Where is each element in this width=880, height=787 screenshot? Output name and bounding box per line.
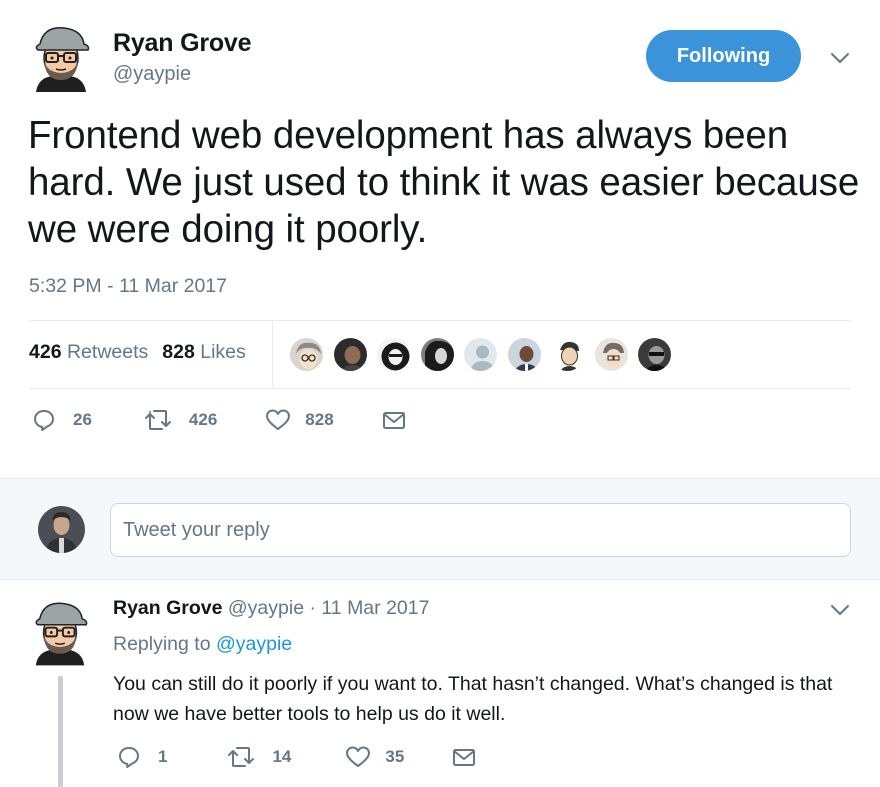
reply-icon: [119, 747, 139, 768]
tweet-stats: 426 Retweets 828 Likes: [29, 341, 246, 364]
liker-avatars: [288, 336, 680, 373]
following-button[interactable]: Following: [646, 30, 801, 82]
dm-action[interactable]: [382, 409, 406, 431]
retweets-count: 426: [29, 341, 62, 363]
liker-avatar[interactable]: [375, 336, 412, 373]
current-user-avatar[interactable]: [38, 506, 85, 553]
like-count: 828: [305, 410, 334, 429]
reply-action[interactable]: 1: [117, 745, 167, 769]
heart-icon: [266, 409, 291, 430]
retweet-action[interactable]: 14: [227, 745, 291, 769]
like-action[interactable]: 35: [345, 745, 404, 769]
author-avatar[interactable]: [30, 22, 92, 94]
reply-count: 26: [73, 410, 92, 429]
envelope-icon: [453, 749, 476, 766]
chevron-down-icon[interactable]: [829, 49, 851, 67]
liker-avatar[interactable]: [549, 336, 586, 373]
chevron-down-icon[interactable]: [829, 601, 851, 619]
replying-to: Replying to @yaypie: [113, 633, 292, 656]
tweet-text: Frontend web development has always been…: [28, 114, 860, 251]
likes-count: 828: [162, 341, 195, 363]
reply-icon: [34, 410, 54, 431]
likes-stat[interactable]: 828 Likes: [162, 341, 246, 364]
author-name[interactable]: Ryan Grove: [113, 29, 252, 58]
reply-author-name[interactable]: Ryan Grove: [113, 597, 222, 619]
divider: [29, 320, 851, 321]
liker-avatar[interactable]: [288, 336, 325, 373]
stats-divider: [272, 321, 273, 387]
reply-date[interactable]: 11 Mar 2017: [321, 597, 429, 619]
header-separator: ·: [309, 597, 316, 619]
retweets-stat[interactable]: 426 Retweets: [29, 341, 148, 364]
liker-avatar[interactable]: [592, 336, 630, 373]
retweet-count: 426: [188, 410, 218, 429]
replying-to-link[interactable]: @yaypie: [216, 633, 292, 655]
replying-prefix: Replying to: [113, 633, 211, 655]
likes-label: Likes: [200, 341, 246, 363]
like-count: 35: [385, 747, 405, 766]
reply-author-avatar[interactable]: [30, 595, 90, 670]
liker-avatar[interactable]: [505, 336, 543, 373]
liker-avatar[interactable]: [418, 336, 456, 373]
tweet-timestamp[interactable]: 5:32 PM - 11 Mar 2017: [29, 275, 227, 298]
author-handle[interactable]: @yaypie: [113, 63, 191, 86]
heart-icon: [346, 746, 371, 767]
like-action[interactable]: 828: [265, 408, 334, 432]
tweet-actions: 26 426 828: [32, 408, 406, 432]
reply-tweet-text: You can still do it poorly if you want t…: [113, 673, 833, 725]
reply-header: Ryan Grove @yaypie · 11 Mar 2017: [113, 597, 429, 620]
liker-avatar[interactable]: [636, 336, 673, 373]
envelope-icon: [382, 412, 405, 429]
thread-line: [58, 676, 63, 787]
retweet-icon: [228, 747, 255, 767]
retweet-action[interactable]: 426: [144, 408, 217, 432]
reply-tweet-actions: 1 14 35: [117, 745, 476, 769]
retweet-icon: [144, 410, 171, 430]
divider: [29, 388, 851, 389]
reply-count: 1: [158, 747, 168, 766]
dm-action[interactable]: [452, 746, 476, 768]
reply-input[interactable]: [110, 503, 851, 557]
reply-action[interactable]: 26: [32, 408, 92, 432]
liker-avatar[interactable]: [462, 336, 499, 373]
reply-author-handle[interactable]: @yaypie: [228, 597, 304, 619]
retweets-label: Retweets: [66, 341, 149, 363]
retweet-count: 14: [272, 747, 292, 766]
liker-avatar[interactable]: [331, 336, 369, 373]
